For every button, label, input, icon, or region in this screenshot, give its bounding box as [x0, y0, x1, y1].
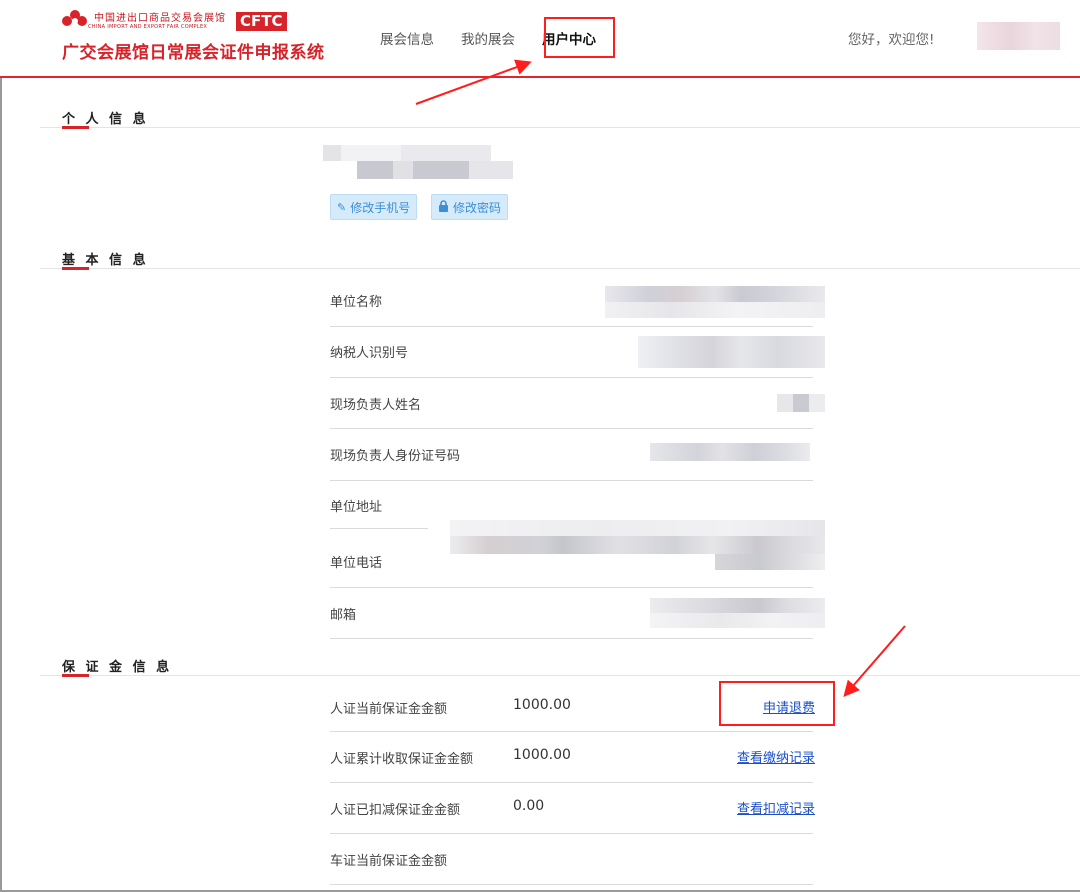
row-divider	[330, 833, 813, 834]
value-person-total-deposit: 1000.00	[513, 747, 571, 763]
section-divider	[40, 268, 1080, 269]
user-center-highlight-box	[544, 17, 615, 58]
section-accent	[62, 674, 89, 677]
nav-my-exhibitions[interactable]: 我的展会	[461, 28, 515, 48]
logo-chinese-name: 中国进出口商品交易会展馆	[94, 12, 226, 24]
tax-id-redacted	[638, 336, 825, 368]
change-password-button[interactable]: 修改密码	[431, 194, 509, 220]
change-phone-label: 修改手机号	[350, 200, 411, 215]
value-person-deducted-deposit: 0.00	[513, 798, 545, 814]
section-title-deposit: 保 证 金 信 息	[62, 660, 173, 675]
label-company-address: 单位地址	[330, 500, 383, 515]
top-header: 中国进出口商品交易会展馆 CHINA IMPORT AND EXPORT FAI…	[0, 0, 1080, 78]
label-contact-id-number: 现场负责人身份证号码	[330, 449, 461, 464]
label-onsite-contact-name: 现场负责人姓名	[330, 398, 422, 413]
logo: 中国进出口商品交易会展馆 CHINA IMPORT AND EXPORT FAI…	[62, 10, 287, 32]
label-company-name: 单位名称	[330, 295, 383, 310]
row-divider	[330, 638, 813, 639]
section-title-basic: 基 本 信 息	[62, 253, 149, 268]
section-divider	[40, 675, 1080, 676]
change-password-label: 修改密码	[453, 200, 502, 215]
section-accent	[62, 126, 89, 129]
label-person-current-deposit: 人证当前保证金金额	[330, 702, 448, 717]
lock-icon	[438, 199, 449, 215]
view-payment-records-link[interactable]: 查看缴纳记录	[737, 747, 815, 766]
row-divider	[330, 326, 813, 327]
change-phone-button[interactable]: ✎ 修改手机号	[330, 194, 418, 220]
label-email: 邮箱	[330, 608, 357, 623]
greeting-text: 您好，欢迎您!	[848, 32, 935, 48]
section-title-personal: 个 人 信 息	[62, 112, 149, 127]
label-vehicle-current-deposit: 车证当前保证金金额	[330, 854, 448, 869]
company-name-redacted	[605, 286, 825, 318]
row-divider	[330, 528, 428, 529]
contact-id-redacted	[650, 443, 810, 461]
label-company-phone: 单位电话	[330, 556, 383, 571]
label-person-total-deposit: 人证累计收取保证金金额	[330, 752, 474, 767]
row-divider	[330, 480, 813, 481]
logo-english-name: CHINA IMPORT AND EXPORT FAIR COMPLEX	[88, 23, 208, 30]
logo-cftc-badge: CFTC	[236, 11, 287, 31]
cftc-flower-icon	[62, 10, 88, 32]
label-person-deducted-deposit: 人证已扣减保证金金额	[330, 803, 461, 818]
pencil-icon: ✎	[337, 200, 347, 214]
row-divider	[330, 731, 813, 732]
row-divider	[330, 884, 813, 885]
account-redacted	[323, 145, 513, 179]
username-redacted	[977, 22, 1060, 50]
value-person-current-deposit: 1000.00	[513, 697, 571, 713]
refund-highlight-box	[719, 681, 835, 726]
system-title: 广交会展馆日常展会证件申报系统	[62, 43, 325, 63]
row-divider	[330, 587, 813, 588]
section-divider	[40, 127, 1080, 128]
label-tax-id: 纳税人识别号	[330, 346, 409, 361]
row-divider	[330, 782, 813, 783]
row-divider	[330, 428, 813, 429]
address-phone-redacted	[450, 520, 825, 570]
view-deduction-records-link[interactable]: 查看扣减记录	[737, 798, 815, 817]
section-accent	[62, 267, 89, 270]
row-divider	[330, 377, 813, 378]
email-redacted	[650, 598, 825, 628]
nav-exhibition-info[interactable]: 展会信息	[380, 28, 434, 48]
contact-name-redacted	[777, 394, 825, 412]
